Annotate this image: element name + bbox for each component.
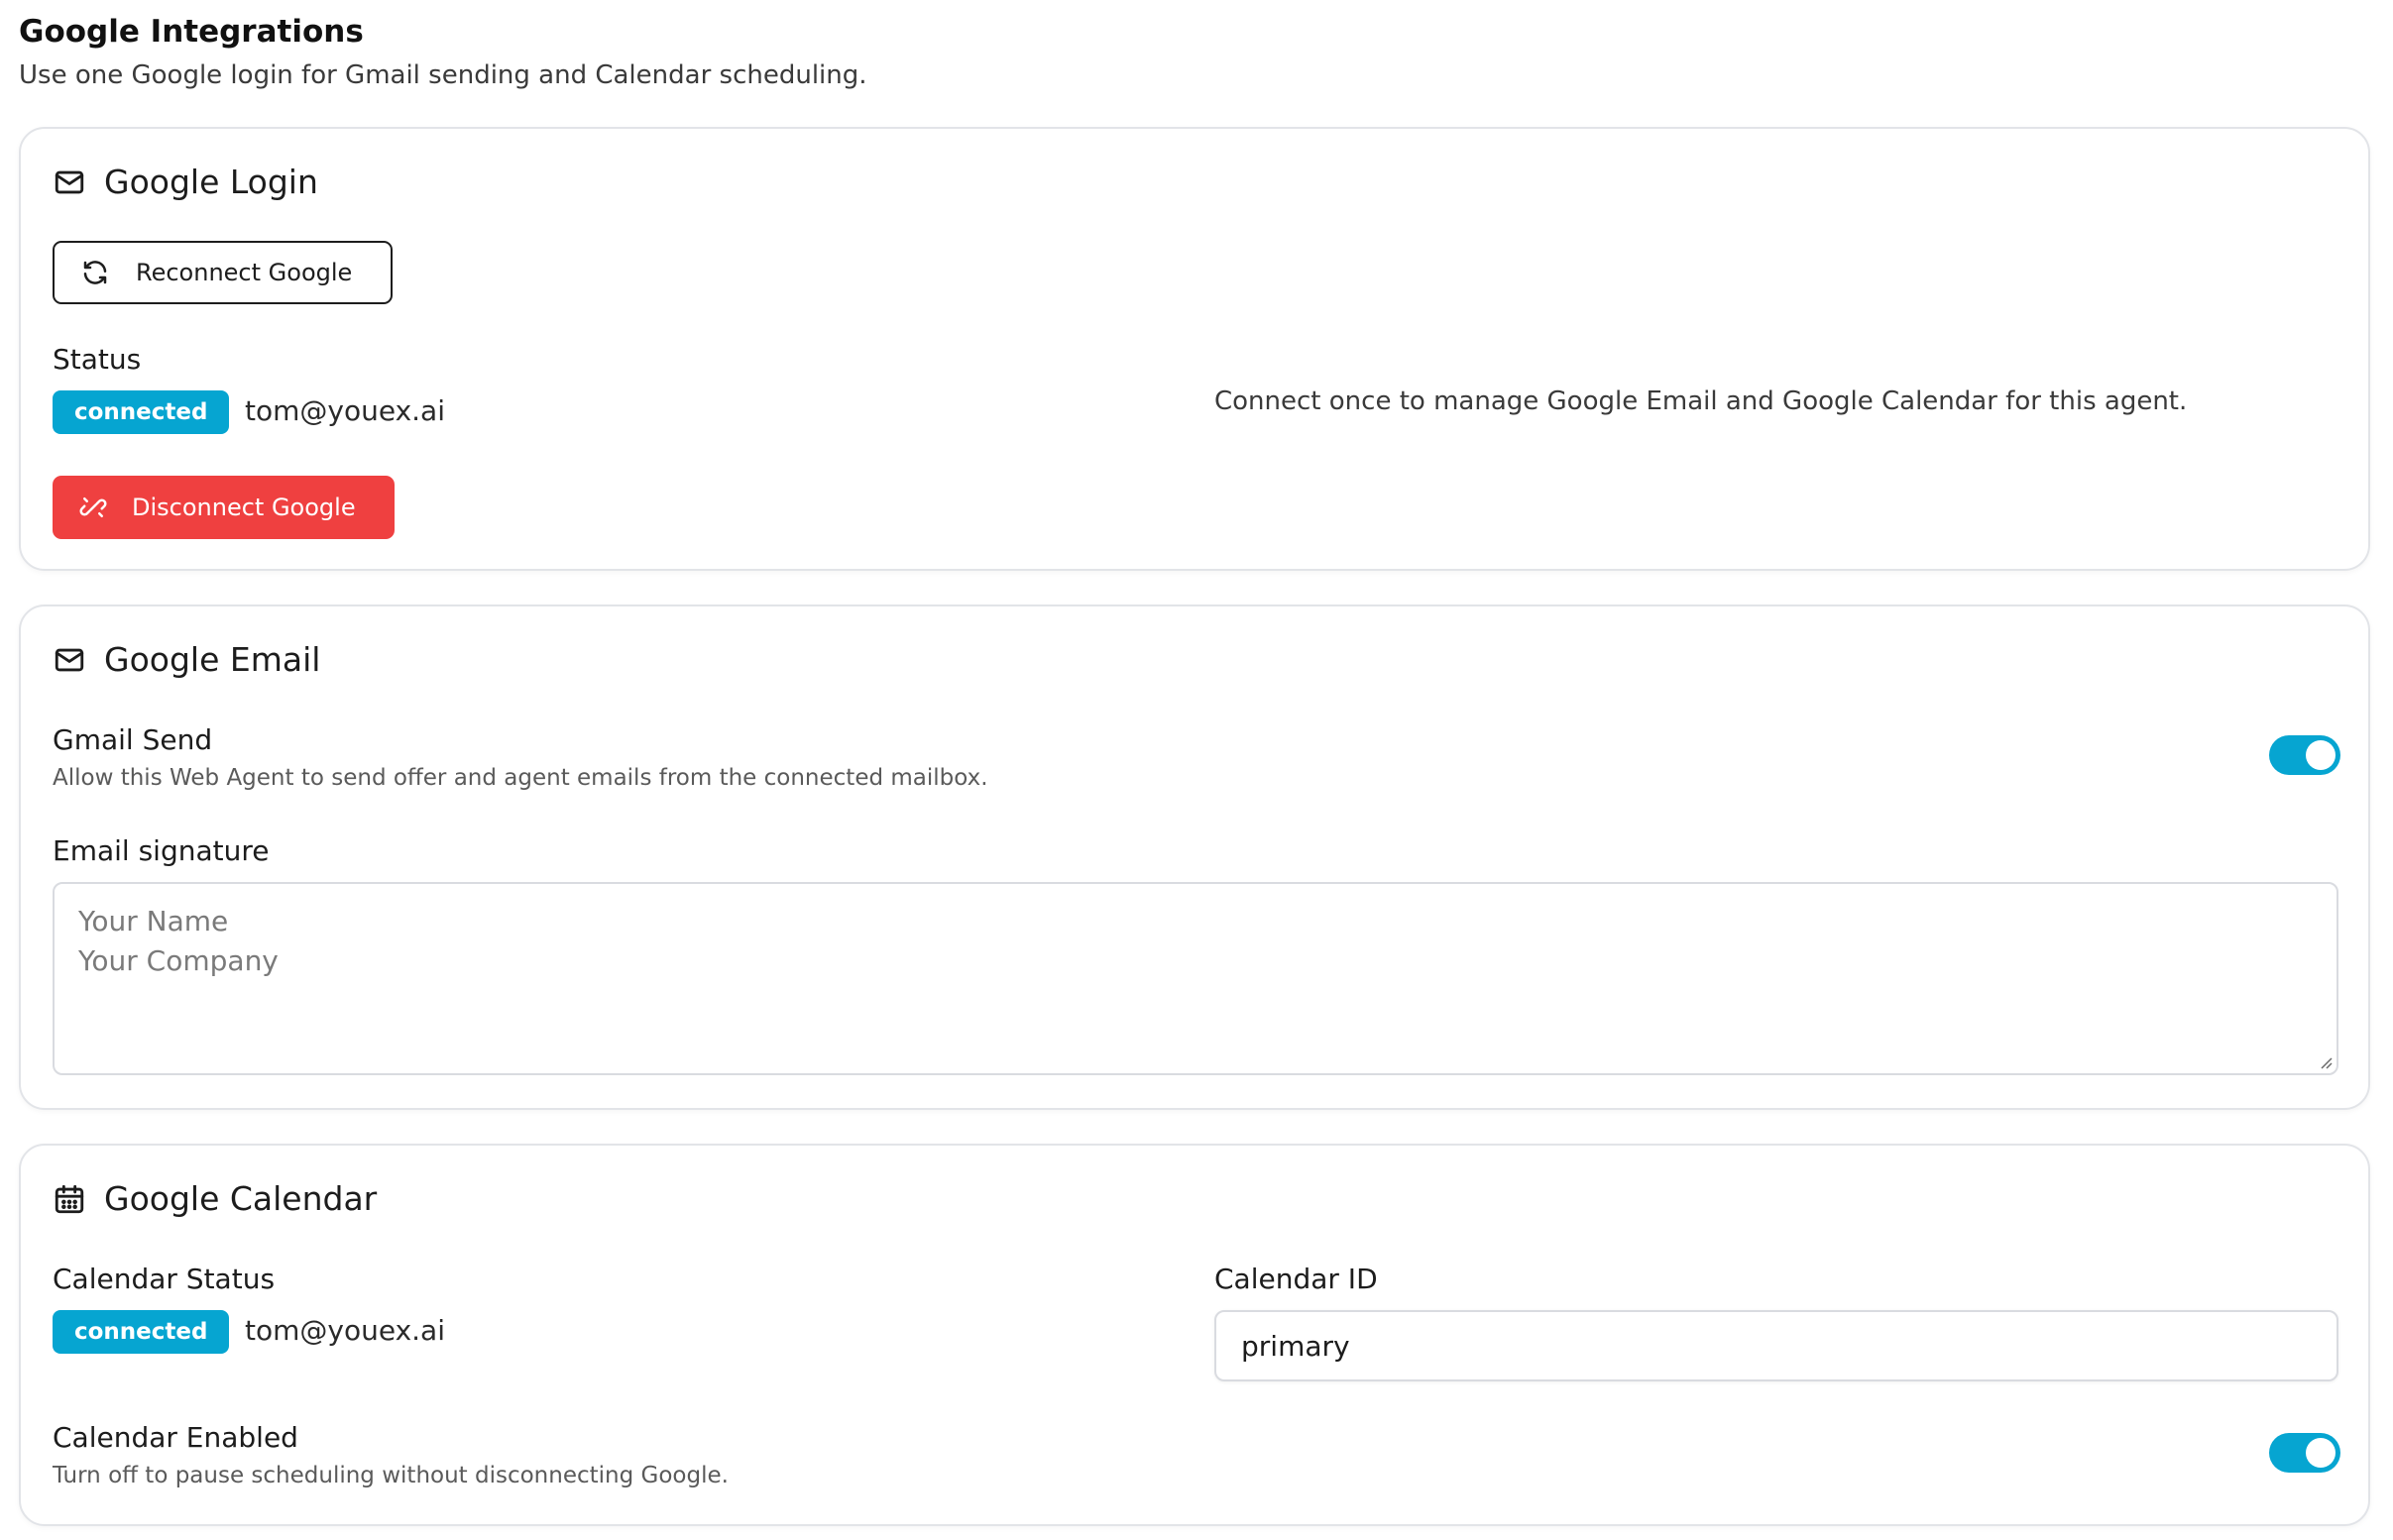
- toggle-knob: [2306, 1438, 2336, 1468]
- status-label: Status: [53, 343, 142, 376]
- disconnect-google-button[interactable]: Disconnect Google: [53, 476, 395, 539]
- calendar-account-email: tom@youex.ai: [245, 1314, 445, 1347]
- mail-icon: [53, 643, 86, 677]
- unlink-icon: [76, 491, 110, 524]
- google-login-heading: Google Login: [53, 163, 318, 201]
- page-header: Google Integrations Use one Google login…: [19, 10, 867, 95]
- email-signature-textarea[interactable]: Your Name Your Company: [53, 882, 2338, 1075]
- calendar-id-input[interactable]: primary: [1214, 1310, 2338, 1381]
- calendar-status-badge: connected: [53, 1310, 230, 1354]
- google-calendar-card: Google Calendar Calendar Status connecte…: [19, 1144, 2370, 1526]
- google-email-title: Google Email: [104, 640, 321, 679]
- google-email-card: Google Email Gmail Send Allow this Web A…: [19, 605, 2370, 1110]
- calendar-enabled-help: Turn off to pause scheduling without dis…: [53, 1463, 729, 1488]
- connected-account-email: tom@youex.ai: [245, 394, 445, 427]
- google-calendar-heading: Google Calendar: [53, 1179, 377, 1218]
- calendar-enabled-label: Calendar Enabled: [53, 1421, 298, 1454]
- status-badge: connected: [53, 390, 230, 434]
- google-login-title: Google Login: [104, 163, 318, 201]
- calendar-icon: [53, 1182, 86, 1216]
- reconnect-google-button[interactable]: Reconnect Google: [53, 241, 393, 304]
- page-subtitle: Use one Google login for Gmail sending a…: [19, 60, 867, 90]
- calendar-status-label: Calendar Status: [53, 1263, 276, 1295]
- disconnect-google-label: Disconnect Google: [132, 494, 356, 521]
- signature-placeholder-line: Your Name: [78, 905, 229, 937]
- mail-icon: [53, 165, 86, 199]
- google-login-card: Google Login Reconnect Google Status con…: [19, 127, 2370, 571]
- toggle-knob: [2306, 740, 2336, 770]
- gmail-send-label: Gmail Send: [53, 723, 213, 756]
- signature-placeholder-line: Your Company: [78, 944, 279, 977]
- calendar-enabled-toggle[interactable]: [2269, 1433, 2340, 1473]
- email-signature-label: Email signature: [53, 834, 270, 867]
- gmail-send-help: Allow this Web Agent to send offer and a…: [53, 765, 988, 791]
- google-calendar-title: Google Calendar: [104, 1179, 378, 1218]
- refresh-icon: [78, 256, 112, 289]
- page-title: Google Integrations: [19, 14, 364, 50]
- login-description: Connect once to manage Google Email and …: [1214, 386, 2188, 416]
- google-email-heading: Google Email: [53, 640, 320, 679]
- resize-handle-icon[interactable]: [2317, 1053, 2333, 1069]
- reconnect-google-label: Reconnect Google: [136, 259, 353, 286]
- gmail-send-toggle[interactable]: [2269, 735, 2340, 775]
- calendar-id-label: Calendar ID: [1214, 1263, 1378, 1295]
